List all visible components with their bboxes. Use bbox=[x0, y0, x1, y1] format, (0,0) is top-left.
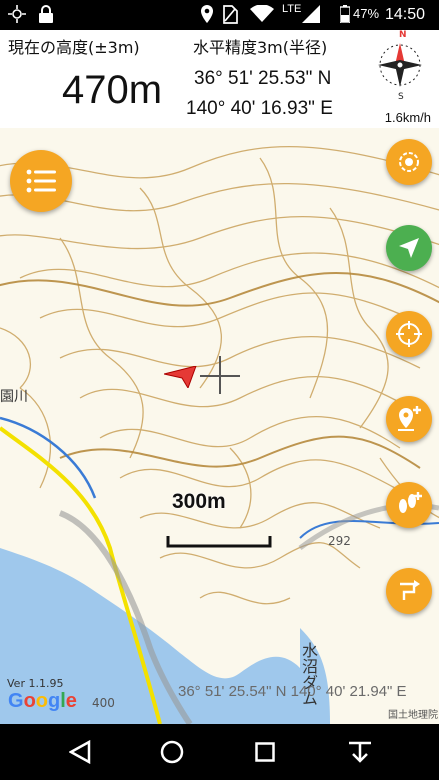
recents-icon bbox=[255, 742, 275, 762]
longitude: 140° 40' 16.93" E bbox=[186, 98, 333, 119]
navigate-button[interactable] bbox=[386, 225, 432, 271]
current-location-arrow bbox=[163, 365, 198, 392]
navigation-bar bbox=[0, 724, 439, 780]
add-pin-button[interactable] bbox=[386, 396, 432, 442]
compass-icon[interactable]: N S bbox=[366, 30, 434, 102]
altitude-value: 470m bbox=[62, 68, 163, 112]
recents-button[interactable] bbox=[245, 732, 285, 772]
battery-percent: 47% bbox=[353, 6, 380, 21]
back-button[interactable] bbox=[60, 732, 100, 772]
home-button[interactable] bbox=[152, 732, 192, 772]
download-icon bbox=[349, 741, 371, 763]
footsteps-icon bbox=[399, 492, 422, 513]
layer-button[interactable] bbox=[386, 139, 432, 185]
menu-button[interactable] bbox=[10, 150, 72, 212]
download-button[interactable] bbox=[340, 732, 380, 772]
google-logo: Google bbox=[8, 690, 77, 712]
menu-icon bbox=[26, 169, 56, 193]
route-icon bbox=[400, 580, 420, 600]
location-pin-icon bbox=[200, 5, 214, 27]
elevation-label: 292 bbox=[328, 534, 351, 548]
track-button[interactable] bbox=[386, 482, 432, 528]
altitude-label: 現在の高度(±3m) bbox=[8, 38, 140, 57]
gps-searching-icon bbox=[8, 5, 26, 27]
home-icon bbox=[160, 740, 184, 764]
navigate-icon bbox=[399, 238, 419, 258]
network-type: LTE bbox=[282, 3, 302, 15]
river-label: 園川 bbox=[0, 389, 28, 405]
crosshair-icon bbox=[396, 321, 422, 347]
center-coordinates: 36° 51' 25.54" N 140° 40' 21.94" E bbox=[178, 683, 407, 700]
speed: 1.6km/h bbox=[384, 110, 431, 125]
info-panel: 現在の高度(±3m) 水平精度3m(半径) 470m 36° 51' 25.53… bbox=[0, 30, 439, 128]
add-pin-icon bbox=[398, 406, 421, 431]
version-label: Ver 1.1.95 bbox=[7, 677, 64, 690]
clock: 14:50 bbox=[385, 6, 426, 23]
map-view[interactable]: 300m 園川 400 292 水沼ダム Ver 1.1.95 Google 3… bbox=[0, 128, 439, 724]
battery-icon bbox=[339, 5, 351, 27]
status-bar: LTE 47% 14:50 bbox=[0, 0, 439, 30]
compass-north: N bbox=[399, 30, 407, 40]
signal-icon bbox=[302, 5, 320, 27]
no-sim-icon bbox=[222, 5, 238, 28]
back-icon bbox=[69, 740, 91, 764]
compass-south: S bbox=[398, 92, 404, 102]
center-location-button[interactable] bbox=[386, 311, 432, 357]
latitude: 36° 51' 25.53" N bbox=[194, 68, 332, 89]
scale-label: 300m bbox=[172, 490, 226, 513]
accuracy-label: 水平精度3m(半径) bbox=[193, 38, 328, 57]
route-button[interactable] bbox=[386, 568, 432, 614]
layer-icon bbox=[399, 152, 419, 172]
elevation-label: 400 bbox=[92, 696, 115, 710]
topo-map-layer bbox=[0, 145, 439, 724]
lock-icon bbox=[38, 5, 54, 27]
attribution: 国土地理院 bbox=[388, 710, 438, 721]
wifi-icon bbox=[250, 4, 274, 27]
